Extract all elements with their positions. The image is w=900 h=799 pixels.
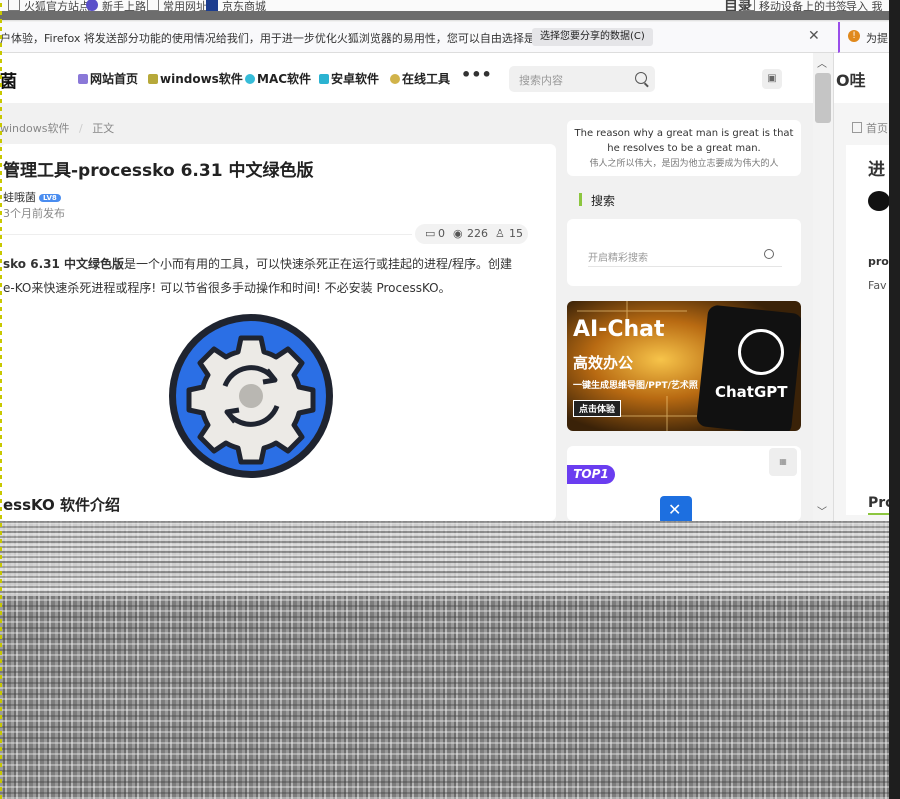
quote-english: The reason why a great man is great is t…: [574, 128, 794, 139]
avatar: [868, 191, 890, 211]
nav-item-mac[interactable]: MAC软件: [245, 70, 311, 87]
breadcrumb-home: 首页: [866, 122, 888, 135]
folder-icon: [8, 0, 20, 11]
author[interactable]: 蛙哦菌 LV8: [3, 189, 61, 205]
notification-text-right: 为提: [866, 32, 888, 45]
ai-chat-ad-banner[interactable]: AI-Chat 高效办公 一键生成思维导图/PPT/艺术照 点击体验 ChatG…: [567, 301, 801, 431]
article-card: 管理工具-processko 6.31 中文绿色版 蛙哦菌 LV8 3个月前发布 …: [0, 144, 556, 521]
second-window-title: 进: [868, 160, 885, 180]
search-icon[interactable]: [764, 249, 774, 259]
article-text: 是一个小而有用的工具，可以快速杀死正在运行或挂起的进程/程序。创建: [124, 257, 513, 271]
chevron-up-icon[interactable]: ︿: [817, 55, 827, 70]
search-input[interactable]: 搜索内容: [519, 72, 563, 88]
second-window-heading: Pro: [868, 495, 890, 511]
page-icon: [852, 122, 862, 133]
page-scrollbar[interactable]: ︿ ﹀: [813, 53, 833, 521]
divider: [0, 234, 412, 235]
second-window-text: Fav: [868, 279, 887, 292]
window-separator: [0, 11, 900, 20]
app-icon: ✕: [660, 496, 692, 521]
top-software-card[interactable]: TOP1 ▦ ✕: [567, 446, 801, 521]
selection-border: [0, 0, 2, 799]
section-heading: essKO 软件介绍: [3, 496, 120, 514]
android-icon: [319, 74, 329, 84]
second-window-text: proc: [868, 255, 890, 268]
nav-item-windows[interactable]: windows软件: [148, 70, 243, 87]
site-logo[interactable]: 菌: [0, 67, 17, 92]
share-data-button[interactable]: 选择您要分享的数据(C): [532, 28, 653, 46]
publish-time: 3个月前发布: [3, 207, 65, 220]
sidebar-search-card: 开启精彩搜索: [567, 219, 801, 286]
firefox-icon: [86, 0, 98, 11]
warning-icon: !: [848, 30, 860, 42]
second-window-header: O哇: [834, 53, 890, 103]
view-count: 226: [467, 227, 488, 240]
eye-icon: ◉: [453, 227, 463, 240]
openai-icon: [738, 329, 784, 375]
nav-item-tools[interactable]: 在线工具: [390, 70, 450, 87]
level-badge: LV8: [39, 194, 61, 202]
nav-label: 网站首页: [90, 72, 139, 86]
windows-icon: [148, 74, 158, 84]
processko-logo: [169, 314, 333, 478]
corrupted-render-stripes: [0, 521, 889, 596]
nav-label: MAC软件: [257, 72, 312, 86]
ad-brand: ChatGPT: [715, 383, 788, 401]
second-window-breadcrumb[interactable]: 首页: [852, 120, 888, 136]
breadcrumb-parent[interactable]: windows软件: [0, 122, 69, 135]
top1-badge: TOP1: [567, 465, 615, 484]
ad-title: AI-Chat: [573, 317, 665, 342]
user-icon[interactable]: ▣: [762, 69, 782, 89]
thumbs-up-icon[interactable]: ♙: [495, 227, 505, 240]
jd-icon: [206, 0, 218, 11]
site-header: 菌 网站首页 windows软件 MAC软件 安卓软件 在线工具 ••• 搜索内…: [0, 53, 813, 103]
article-bold-text: sko 6.31 中文绿色版: [3, 257, 125, 271]
chevron-down-icon[interactable]: ﹀: [817, 503, 827, 518]
nav-item-android[interactable]: 安卓软件: [319, 70, 379, 87]
globe-icon: [390, 74, 400, 84]
apple-icon: [245, 74, 255, 84]
heading-underline: [868, 513, 890, 515]
quote-chinese: 伟人之所以伟大，是因为他立志要成为伟大的人: [589, 159, 779, 169]
nav-label: 安卓软件: [331, 72, 380, 86]
comment-count: 0: [438, 227, 445, 240]
screen-edge: [889, 0, 900, 799]
ad-description: 一键生成思维导图/PPT/艺术照: [573, 381, 698, 391]
folder-icon: [743, 0, 755, 11]
notification-bar: 户体验，Firefox 将发送部分功能的使用情况给我们，用于进一步优化火狐浏览器…: [0, 22, 838, 53]
second-window-article: 进 proc Fav Pro: [846, 145, 890, 515]
search-icon[interactable]: [635, 72, 647, 84]
home-icon: [78, 74, 88, 84]
qrcode-icon[interactable]: ▦: [769, 448, 797, 476]
second-window-logo: O哇: [836, 71, 866, 90]
nav-label: 在线工具: [402, 72, 451, 86]
breadcrumb-current: 正文: [92, 122, 115, 135]
breadcrumb: windows软件 / 正文: [0, 120, 114, 136]
search-underline: [588, 266, 782, 267]
second-window: O哇 首页 进 proc Fav Pro: [833, 53, 890, 521]
close-icon[interactable]: ✕: [808, 28, 820, 44]
ad-cta-button[interactable]: 点击体验: [573, 400, 622, 417]
ad-subtitle: 高效办公: [573, 354, 634, 372]
comment-icon[interactable]: ▭: [425, 227, 435, 240]
more-menu-button[interactable]: •••: [461, 65, 492, 84]
sidebar-search-input[interactable]: 开启精彩搜索: [588, 249, 648, 264]
quote-card: The reason why a great man is great is t…: [567, 120, 801, 176]
quote-english: he resolves to be a great man.: [607, 143, 761, 154]
article-paragraph: sko 6.31 中文绿色版是一个小而有用的工具，可以快速杀死正在运行或挂起的进…: [3, 255, 512, 272]
search-box[interactable]: 搜索内容: [509, 66, 655, 92]
article-paragraph: e-KO来快速杀死进程或程序! 可以节省很多手动操作和时间! 不必安装 Proc…: [3, 281, 451, 295]
article-stats: ▭ 0 ◉ 226 ♙ 15: [415, 224, 528, 244]
nav-label: windows软件: [160, 72, 243, 86]
author-name: 蛙哦菌: [3, 191, 36, 204]
sidebar-search-heading: 搜索: [578, 192, 615, 209]
nav-item-home[interactable]: 网站首页: [78, 70, 138, 87]
like-count: 15: [509, 227, 523, 240]
article-title: 管理工具-processko 6.31 中文绿色版: [3, 161, 314, 181]
scrollbar-thumb[interactable]: [815, 73, 831, 123]
folder-icon: [147, 0, 159, 11]
breadcrumb-separator: /: [78, 122, 83, 135]
